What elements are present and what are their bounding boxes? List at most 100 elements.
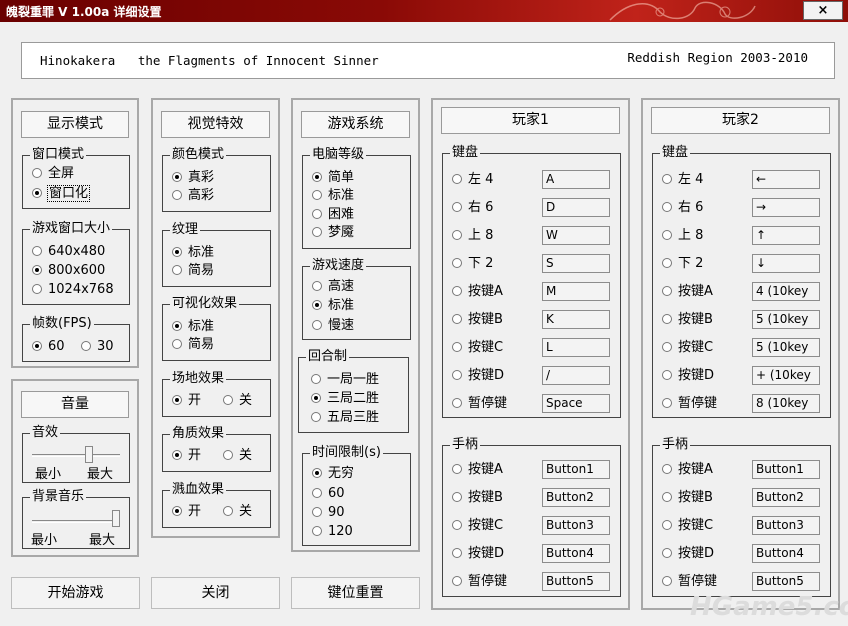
player2-key-row-4[interactable]: 按键A — [662, 284, 713, 300]
bgm-slider-track[interactable] — [32, 520, 120, 523]
player2-key-row-3[interactable]: 下 2 — [662, 256, 703, 272]
radio-blood-on[interactable]: 开 — [172, 504, 201, 520]
player2-pad-row-0[interactable]: 按键A — [662, 462, 713, 478]
player1-key-row-2[interactable]: 上 8 — [452, 228, 493, 244]
player2-pad-row-1[interactable]: 按键B — [662, 490, 713, 506]
player2-pad-row-3[interactable]: 按键D — [662, 546, 714, 562]
radio-speed-slow[interactable]: 慢速 — [312, 318, 354, 334]
player2-key-row-6[interactable]: 按键C — [662, 340, 713, 356]
player2-pad-row-2[interactable]: 按键C — [662, 518, 713, 534]
radio-vis-standard[interactable]: 标准 — [172, 319, 214, 335]
player2-pad-field-1[interactable]: Button2 — [752, 488, 820, 507]
radio-rounds-3[interactable]: 三局二胜 — [311, 391, 379, 407]
radio-icon — [452, 314, 462, 324]
player1-pad-row-0[interactable]: 按键A — [452, 462, 503, 478]
radio-cpu-easy[interactable]: 简单 — [312, 170, 354, 186]
player1-pad-row-4[interactable]: 暂停键 — [452, 574, 507, 590]
player1-key-row-5[interactable]: 按键B — [452, 312, 503, 328]
radio-1024x768[interactable]: 1024x768 — [32, 282, 114, 298]
player1-key-row-0[interactable]: 左 4 — [452, 172, 493, 188]
radio-time-60[interactable]: 60 — [312, 486, 345, 502]
player2-key-field-1[interactable]: → — [752, 198, 820, 217]
player2-key-field-0[interactable]: ← — [752, 170, 820, 189]
player2-key-field-2[interactable]: ↑ — [752, 226, 820, 245]
radio-windowed[interactable]: 窗口化 — [32, 185, 91, 202]
player1-pad-row-3[interactable]: 按键D — [452, 546, 504, 562]
player1-pad-field-2[interactable]: Button3 — [542, 516, 610, 535]
player2-key-row-7[interactable]: 按键D — [662, 368, 714, 384]
player1-key-field-0[interactable]: A — [542, 170, 610, 189]
player1-pad-row-1[interactable]: 按键B — [452, 490, 503, 506]
player1-key-row-4[interactable]: 按键A — [452, 284, 503, 300]
radio-truecolor[interactable]: 真彩 — [172, 170, 214, 186]
player1-key-field-1[interactable]: D — [542, 198, 610, 217]
radio-640x480[interactable]: 640x480 — [32, 244, 105, 260]
radio-ground-off[interactable]: 关 — [223, 393, 252, 409]
player1-key-field-5[interactable]: K — [542, 310, 610, 329]
player2-key-field-7[interactable]: + (10key — [752, 366, 820, 385]
radio-quality-on[interactable]: 开 — [172, 448, 201, 464]
bgm-slider-thumb[interactable] — [112, 510, 120, 527]
player2-key-row-0[interactable]: 左 4 — [662, 172, 703, 188]
radio-cpu-nightmare[interactable]: 梦魇 — [312, 225, 354, 241]
radio-cpu-normal[interactable]: 标准 — [312, 188, 354, 204]
player2-key-row-8[interactable]: 暂停键 — [662, 396, 717, 412]
player1-key-field-2[interactable]: W — [542, 226, 610, 245]
player2-pad-field-3[interactable]: Button4 — [752, 544, 820, 563]
player2-key-row-5[interactable]: 按键B — [662, 312, 713, 328]
radio-quality-off[interactable]: 关 — [223, 448, 252, 464]
player2-pad-field-0[interactable]: Button1 — [752, 460, 820, 479]
player2-key-field-6[interactable]: 5 (10key — [752, 338, 820, 357]
radio-rounds-5[interactable]: 五局三胜 — [311, 410, 379, 426]
texture-label: 纹理 — [170, 222, 201, 238]
player2-key-field-4[interactable]: 4 (10key — [752, 282, 820, 301]
player2-key-field-8[interactable]: 8 (10key — [752, 394, 820, 413]
radio-fullscreen[interactable]: 全屏 — [32, 166, 74, 182]
radio-highcolor[interactable]: 高彩 — [172, 188, 214, 204]
radio-time-90[interactable]: 90 — [312, 505, 345, 521]
player1-pad-row-2[interactable]: 按键C — [452, 518, 503, 534]
radio-time-120[interactable]: 120 — [312, 524, 353, 540]
radio-texture-simple[interactable]: 简易 — [172, 263, 214, 279]
radio-ground-on[interactable]: 开 — [172, 393, 201, 409]
radio-icon — [452, 202, 462, 212]
player1-pad-field-3[interactable]: Button4 — [542, 544, 610, 563]
radio-time-infinite[interactable]: 无穷 — [312, 466, 354, 482]
radio-cpu-hard[interactable]: 困难 — [312, 207, 354, 223]
player1-key-row-6[interactable]: 按键C — [452, 340, 503, 356]
player2-pad-row-4[interactable]: 暂停键 — [662, 574, 717, 590]
close-window-button[interactable]: × — [803, 1, 843, 20]
start-game-button[interactable]: 开始游戏 — [11, 577, 140, 609]
player2-key-field-3[interactable]: ↓ — [752, 254, 820, 273]
player1-key-field-6[interactable]: L — [542, 338, 610, 357]
player1-key-row-1[interactable]: 右 6 — [452, 200, 493, 216]
radio-800x600[interactable]: 800x600 — [32, 263, 105, 279]
radio-vis-simple[interactable]: 简易 — [172, 337, 214, 353]
player1-key-field-8[interactable]: Space — [542, 394, 610, 413]
radio-blood-off[interactable]: 关 — [223, 504, 252, 520]
player1-key-row-7[interactable]: 按键D — [452, 368, 504, 384]
radio-texture-standard[interactable]: 标准 — [172, 245, 214, 261]
player2-pad-field-4[interactable]: Button5 — [752, 572, 820, 591]
player2-key-row-2[interactable]: 上 8 — [662, 228, 703, 244]
radio-fps-30[interactable]: 30 — [81, 339, 114, 355]
player1-key-row-8[interactable]: 暂停键 — [452, 396, 507, 412]
player1-key-row-3[interactable]: 下 2 — [452, 256, 493, 272]
se-slider-track[interactable] — [32, 454, 120, 457]
player1-key-field-4[interactable]: M — [542, 282, 610, 301]
radio-speed-normal[interactable]: 标准 — [312, 298, 354, 314]
player1-pad-field-4[interactable]: Button5 — [542, 572, 610, 591]
radio-speed-fast[interactable]: 高速 — [312, 279, 354, 295]
close-button[interactable]: 关闭 — [151, 577, 280, 609]
player2-key-field-5[interactable]: 5 (10key — [752, 310, 820, 329]
player1-key-field-3[interactable]: S — [542, 254, 610, 273]
radio-rounds-1[interactable]: 一局一胜 — [311, 372, 379, 388]
player2-key-row-1[interactable]: 右 6 — [662, 200, 703, 216]
player1-pad-field-0[interactable]: Button1 — [542, 460, 610, 479]
player1-pad-field-1[interactable]: Button2 — [542, 488, 610, 507]
player1-key-field-7[interactable]: / — [542, 366, 610, 385]
se-slider-thumb[interactable] — [85, 446, 93, 463]
radio-fps-60[interactable]: 60 — [32, 339, 65, 355]
reset-keys-button[interactable]: 键位重置 — [291, 577, 420, 609]
player2-pad-field-2[interactable]: Button3 — [752, 516, 820, 535]
